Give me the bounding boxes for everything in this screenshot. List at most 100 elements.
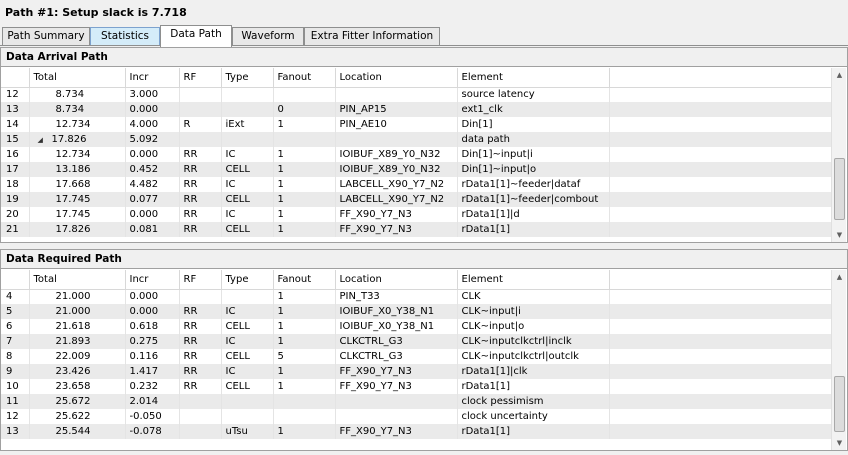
scroll-up-arrow-icon[interactable]: ▲ bbox=[832, 270, 847, 284]
cell-element: Din[1]~input|i bbox=[457, 147, 610, 162]
tab-path-summary[interactable]: Path Summary bbox=[2, 27, 90, 46]
cell-type: IC bbox=[221, 334, 274, 349]
col-total[interactable]: Total bbox=[29, 270, 126, 290]
table-row[interactable]: 4 21.000 0.000 1 PIN_T33 CLK bbox=[1, 289, 832, 304]
cell-incr: 2.014 bbox=[125, 394, 180, 409]
cell-rf bbox=[179, 132, 222, 147]
tab-data-path[interactable]: Data Path bbox=[160, 25, 232, 47]
collapse-arrow-icon[interactable]: ◢ bbox=[38, 136, 52, 144]
cell-fanout: 0 bbox=[273, 102, 336, 117]
table-row[interactable]: 12 25.622 -0.050 clock uncertainty bbox=[1, 409, 832, 424]
scroll-up-arrow-icon[interactable]: ▲ bbox=[832, 68, 847, 82]
required-table[interactable]: Total Incr RF Type Fanout Location Eleme… bbox=[1, 270, 832, 439]
cell-element: rData1[1] bbox=[457, 222, 610, 237]
table-row[interactable]: 16 12.734 0.000 RR IC 1 IOIBUF_X89_Y0_N32 Din[1… bbox=[1, 147, 832, 162]
cell-element: CLK~input|o bbox=[457, 319, 610, 334]
table-row[interactable]: 8 22.009 0.116 RR CELL 5 CLKCTRL_G3 CLK~inputcl… bbox=[1, 349, 832, 364]
cell-fanout: 1 bbox=[273, 379, 336, 394]
cell-total: 21.000 bbox=[29, 304, 126, 319]
table-row[interactable]: 17 13.186 0.452 RR CELL 1 IOIBUF_X89_Y0_N32 Din… bbox=[1, 162, 832, 177]
scroll-down-arrow-icon[interactable]: ▼ bbox=[832, 436, 847, 450]
scroll-thumb[interactable] bbox=[834, 376, 845, 432]
cell-type: CELL bbox=[221, 349, 274, 364]
scroll-thumb[interactable] bbox=[834, 158, 845, 220]
table-row[interactable]: 21 17.826 0.081 RR CELL 1 FF_X90_Y7_N3 rData1[1… bbox=[1, 222, 832, 237]
cell-total: 21.618 bbox=[29, 319, 126, 334]
cell-element: Din[1] bbox=[457, 117, 610, 132]
col-incr[interactable]: Incr bbox=[125, 270, 180, 290]
cell-n: 19 bbox=[1, 192, 30, 207]
col-fanout[interactable]: Fanout bbox=[273, 68, 336, 88]
required-header-row: Total Incr RF Type Fanout Location Eleme… bbox=[1, 270, 832, 290]
path-title: Path #1: Setup slack is 7.718 bbox=[5, 6, 187, 19]
col-rf[interactable]: RF bbox=[179, 270, 222, 290]
cell-n: 10 bbox=[1, 379, 30, 394]
cell-fanout: 1 bbox=[273, 162, 336, 177]
table-row[interactable]: 11 25.672 2.014 clock pessimism bbox=[1, 394, 832, 409]
col-type[interactable]: Type bbox=[221, 270, 274, 290]
required-panel: Data Required Path Total Incr RF Type Fa… bbox=[0, 249, 848, 451]
required-scrollbar[interactable]: ▲ ▼ bbox=[831, 270, 846, 450]
cell-n: 11 bbox=[1, 394, 30, 409]
tab-extra-fitter-information[interactable]: Extra Fitter Information bbox=[304, 27, 440, 46]
cell-fanout: 1 bbox=[273, 289, 336, 304]
col-element[interactable]: Element bbox=[457, 270, 610, 290]
table-row[interactable]: 19 17.745 0.077 RR CELL 1 LABCELL_X90_Y7_N2 rDa… bbox=[1, 192, 832, 207]
table-row[interactable]: 12 8.734 3.000 source latency bbox=[1, 87, 832, 102]
cell-location: FF_X90_Y7_N3 bbox=[335, 424, 458, 439]
arrival-scrollbar[interactable]: ▲ ▼ bbox=[831, 68, 846, 242]
col-fanout[interactable]: Fanout bbox=[273, 270, 336, 290]
cell-fanout: 1 bbox=[273, 364, 336, 379]
cell-location: IOIBUF_X89_Y0_N32 bbox=[335, 162, 458, 177]
cell-incr: 3.000 bbox=[125, 87, 180, 102]
tab-statistics[interactable]: Statistics bbox=[90, 27, 160, 46]
cell-total: 25.672 bbox=[29, 394, 126, 409]
table-row[interactable]: 20 17.745 0.000 RR IC 1 FF_X90_Y7_N3 rData1[1]|… bbox=[1, 207, 832, 222]
cell-location: CLKCTRL_G3 bbox=[335, 334, 458, 349]
table-row[interactable]: 13 25.544 -0.078 uTsu 1 FF_X90_Y7_N3 rData1[1] bbox=[1, 424, 832, 439]
cell-filler bbox=[609, 177, 832, 192]
cell-rf: RR bbox=[179, 147, 222, 162]
cell-incr: -0.078 bbox=[125, 424, 180, 439]
cell-element: ext1_clk bbox=[457, 102, 610, 117]
col-location[interactable]: Location bbox=[335, 270, 458, 290]
table-row[interactable]: 18 17.668 4.482 RR IC 1 LABCELL_X90_Y7_N2 rData… bbox=[1, 177, 832, 192]
cell-n: 7 bbox=[1, 334, 30, 349]
tab-divider bbox=[0, 45, 848, 46]
arrival-table[interactable]: Total Incr RF Type Fanout Location Eleme… bbox=[1, 68, 832, 237]
cell-type: CELL bbox=[221, 319, 274, 334]
cell-n: 21 bbox=[1, 222, 30, 237]
table-row[interactable]: 6 21.618 0.618 RR CELL 1 IOIBUF_X0_Y38_N1 CLK~i… bbox=[1, 319, 832, 334]
col-incr[interactable]: Incr bbox=[125, 68, 180, 88]
table-row[interactable]: 9 23.426 1.417 RR IC 1 FF_X90_Y7_N3 rData1[1]|c… bbox=[1, 364, 832, 379]
cell-filler bbox=[609, 409, 832, 424]
col-total[interactable]: Total bbox=[29, 68, 126, 88]
cell-n: 15 bbox=[1, 132, 30, 147]
cell-fanout bbox=[273, 394, 336, 409]
table-row[interactable]: 5 21.000 0.000 RR IC 1 IOIBUF_X0_Y38_N1 CLK~inp… bbox=[1, 304, 832, 319]
col-type[interactable]: Type bbox=[221, 68, 274, 88]
cell-type: IC bbox=[221, 177, 274, 192]
cell-type: CELL bbox=[221, 192, 274, 207]
cell-element: rData1[1]|clk bbox=[457, 364, 610, 379]
cell-location bbox=[335, 87, 458, 102]
tab-waveform[interactable]: Waveform bbox=[232, 27, 304, 46]
cell-rf: R bbox=[179, 117, 222, 132]
cell-n: 5 bbox=[1, 304, 30, 319]
table-row[interactable]: 14 12.734 4.000 RiExt 1 PIN_AE10 Din[1] bbox=[1, 117, 832, 132]
table-row[interactable]: 15 ◢ 17.826 5.092 data path bbox=[1, 132, 832, 147]
cell-filler bbox=[609, 117, 832, 132]
cell-fanout: 1 bbox=[273, 117, 336, 132]
col-location[interactable]: Location bbox=[335, 68, 458, 88]
cell-filler bbox=[609, 364, 832, 379]
col-element[interactable]: Element bbox=[457, 68, 610, 88]
table-row[interactable]: 7 21.893 0.275 RR IC 1 CLKCTRL_G3 CLK~inputclkc… bbox=[1, 334, 832, 349]
table-row[interactable]: 13 8.734 0.000 0 PIN_AP15 ext1_clk bbox=[1, 102, 832, 117]
col-rf[interactable]: RF bbox=[179, 68, 222, 88]
scroll-down-arrow-icon[interactable]: ▼ bbox=[832, 228, 847, 242]
cell-filler bbox=[609, 289, 832, 304]
cell-n: 8 bbox=[1, 349, 30, 364]
table-row[interactable]: 10 23.658 0.232 RR CELL 1 FF_X90_Y7_N3 rData1[1… bbox=[1, 379, 832, 394]
cell-filler bbox=[609, 102, 832, 117]
col-index bbox=[1, 270, 30, 290]
